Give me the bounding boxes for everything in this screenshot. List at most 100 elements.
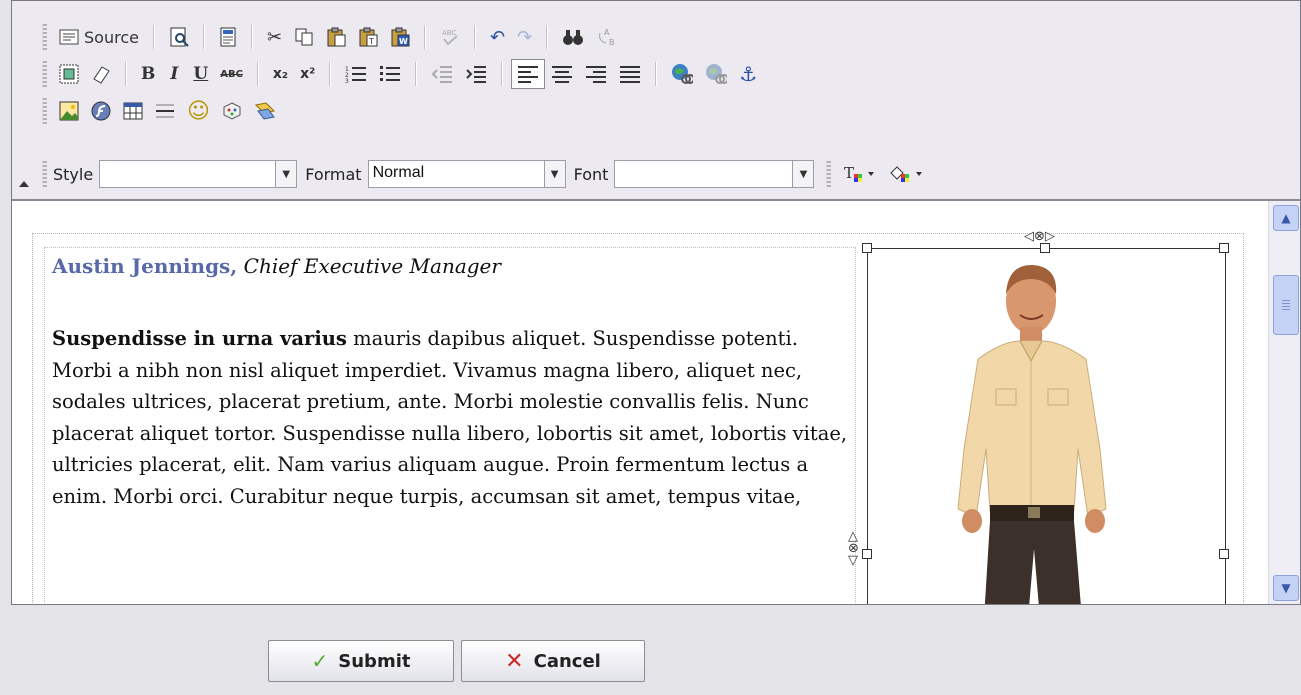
paste-word-button[interactable]: W	[384, 22, 416, 52]
editor-content[interactable]: Austin Jennings, Chief Executive Manager…	[12, 201, 1268, 604]
align-center-button[interactable]	[545, 59, 579, 89]
resize-handle-top-left[interactable]	[862, 243, 872, 253]
author-heading[interactable]: Austin Jennings, Chief Executive Manager	[52, 254, 501, 278]
page-break-button[interactable]	[248, 96, 282, 126]
remove-format-button[interactable]	[85, 59, 117, 89]
dropdown-arrow-icon[interactable]: ▼	[543, 160, 566, 188]
indent-button[interactable]	[459, 59, 493, 89]
source-button[interactable]: Source	[53, 22, 145, 52]
collapse-toolbar-icon[interactable]	[19, 181, 29, 187]
align-left-button[interactable]	[511, 59, 546, 89]
image-button[interactable]	[53, 96, 85, 126]
align-justify-button[interactable]	[613, 59, 647, 89]
style-value[interactable]	[99, 160, 276, 188]
image-icon	[59, 101, 79, 121]
paste-button[interactable]	[320, 22, 352, 52]
scrollbar-thumb[interactable]	[1273, 275, 1299, 335]
checkmark-icon: ✓	[311, 649, 329, 673]
cut-button[interactable]: ✂	[261, 22, 288, 52]
style-dropdown[interactable]: ▼	[99, 160, 298, 188]
body-paragraph[interactable]: Suspendisse in urna varius mauris dapibu…	[52, 323, 852, 512]
preview-button[interactable]	[163, 22, 195, 52]
scroll-down-button[interactable]: ▼	[1273, 575, 1299, 601]
submit-button[interactable]: ✓ Submit	[268, 640, 454, 682]
bulleted-list-icon	[380, 66, 401, 81]
author-name: Austin Jennings,	[52, 254, 238, 278]
redo-button[interactable]: ↷	[511, 22, 538, 52]
dropdown-arrow-icon[interactable]: ▼	[792, 160, 815, 188]
toolbar-grip[interactable]	[42, 161, 47, 187]
templates-icon	[220, 27, 236, 47]
dropdown-arrow-icon[interactable]: ▼	[275, 160, 298, 188]
bulleted-list-button[interactable]	[373, 59, 407, 89]
underline-button[interactable]: U	[187, 59, 214, 89]
eraser-icon	[93, 66, 110, 84]
font-value[interactable]	[614, 160, 793, 188]
svg-text:W: W	[399, 37, 408, 46]
svg-text:3: 3	[345, 78, 349, 84]
superscript-button[interactable]: x²	[294, 59, 321, 89]
link-button[interactable]	[665, 59, 699, 89]
portrait-photo	[957, 264, 1107, 604]
italic-button[interactable]: I	[161, 59, 187, 89]
numbered-list-button[interactable]: 123	[339, 59, 373, 89]
toolbar-grip[interactable]	[42, 61, 47, 87]
toolbar-separator	[329, 62, 332, 86]
select-all-icon	[59, 64, 79, 84]
superscript-icon: x²	[300, 66, 316, 82]
background-color-button[interactable]	[883, 159, 931, 189]
move-handle-icon[interactable]: ◁⊗▷	[1024, 229, 1055, 244]
toolbar-grip[interactable]	[42, 98, 47, 124]
special-char-button[interactable]	[216, 96, 248, 126]
style-label: Style	[53, 164, 94, 184]
replace-button[interactable]: AB	[590, 22, 624, 52]
chevron-down-icon: ▼	[1281, 581, 1291, 595]
outdent-button[interactable]	[425, 59, 459, 89]
toolbar-separator	[474, 25, 477, 49]
toolbar-separator	[424, 25, 427, 49]
format-dropdown[interactable]: Normal ▼	[367, 160, 566, 188]
find-button[interactable]	[556, 22, 590, 52]
toolbar-grip[interactable]	[42, 24, 47, 50]
paste-word-icon: W	[391, 27, 410, 47]
paste-text-button[interactable]: T	[352, 22, 384, 52]
vertical-scrollbar[interactable]: ▲ ▼	[1268, 201, 1300, 604]
align-right-button[interactable]	[579, 59, 613, 89]
portrait-image[interactable]	[867, 248, 1226, 604]
vertical-move-icon[interactable]: △ ⊗ ▽	[848, 530, 859, 567]
templates-button[interactable]	[213, 22, 243, 52]
table-button[interactable]	[117, 96, 149, 126]
bold-button[interactable]: B	[135, 59, 161, 89]
resize-handle-top[interactable]	[1040, 243, 1050, 253]
subscript-button[interactable]: x₂	[267, 59, 294, 89]
resize-handle-left[interactable]	[862, 549, 872, 559]
horizontal-rule-button[interactable]	[149, 96, 181, 126]
spellcheck-button[interactable]: ABC	[434, 22, 466, 52]
strikethrough-button[interactable]: ABC	[214, 59, 249, 89]
toolbar-grip[interactable]	[826, 161, 832, 187]
toolbar-row-3: ☺	[42, 95, 282, 127]
font-dropdown[interactable]: ▼	[614, 160, 815, 188]
submit-label: Submit	[338, 650, 411, 672]
toolbar-separator	[546, 25, 549, 49]
resize-handle-top-right[interactable]	[1219, 243, 1229, 253]
smiley-button[interactable]: ☺	[181, 96, 216, 126]
scroll-up-button[interactable]: ▲	[1273, 205, 1299, 231]
svg-text:T: T	[368, 37, 374, 46]
format-value[interactable]: Normal	[367, 160, 544, 188]
flash-button[interactable]	[85, 96, 117, 126]
anchor-button[interactable]: ⚓	[733, 59, 763, 89]
subscript-icon: x₂	[272, 66, 289, 82]
cancel-button[interactable]: ✕ Cancel	[461, 640, 645, 682]
bold-icon: B	[141, 64, 156, 84]
anchor-icon: ⚓	[739, 62, 758, 86]
undo-button[interactable]: ↶	[484, 22, 511, 52]
resize-handle-right[interactable]	[1219, 549, 1229, 559]
unlink-button[interactable]	[699, 59, 733, 89]
toolbar-separator	[501, 62, 504, 86]
select-all-button[interactable]	[53, 59, 85, 89]
copy-button[interactable]	[288, 22, 320, 52]
toolbar-separator	[125, 62, 127, 86]
smiley-icon: ☺	[187, 98, 210, 124]
text-color-button[interactable]: T	[837, 159, 883, 189]
